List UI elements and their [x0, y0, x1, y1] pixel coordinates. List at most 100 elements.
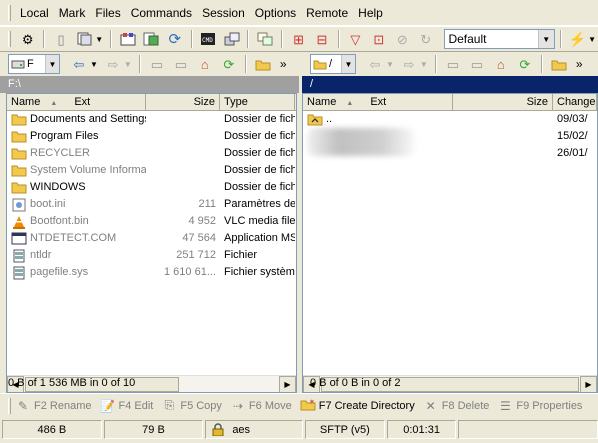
menu-mark[interactable]: Mark: [54, 4, 91, 22]
local-drive-select[interactable]: F ▼: [8, 54, 60, 74]
queue-dropdown-icon[interactable]: ▼: [95, 35, 103, 44]
local-status: 0 B of 1 536 MB in 0 of 10: [8, 377, 136, 389]
compare-directories-icon[interactable]: [117, 28, 138, 50]
remote-path-select[interactable]: / ▼: [310, 54, 356, 74]
file-name-cell: Documents and Settings: [7, 111, 146, 128]
fkey-f9-button[interactable]: ☰ F9 Properties: [497, 399, 582, 413]
more-chevron-icon[interactable]: »: [576, 57, 583, 71]
forward-arrow-icon[interactable]: ⇨: [102, 53, 124, 75]
file-size-cell: [146, 162, 220, 179]
chevron-down-icon[interactable]: ▼: [341, 55, 355, 73]
table-row[interactable]: boot.ini 211 Paramètres de configuration: [7, 196, 296, 213]
chevron-down-icon[interactable]: ▼: [537, 30, 554, 48]
forward-dropdown-icon[interactable]: ▼: [420, 60, 428, 69]
col-size-header[interactable]: Size: [146, 94, 220, 111]
fkey-f2-button[interactable]: ✎ F2 Rename: [15, 399, 92, 413]
new-folder-icon: ✶: [300, 398, 316, 414]
file-size-cell: 47 564: [182, 232, 216, 244]
open-terminal-icon[interactable]: ▯: [50, 28, 71, 50]
table-row[interactable]: Program Files Dossier de fichiers: [7, 128, 296, 145]
parent-directory-icon[interactable]: ▭: [442, 53, 464, 75]
menu-session[interactable]: Session: [197, 4, 250, 22]
back-arrow-icon[interactable]: ⇦: [364, 53, 386, 75]
col-name-header[interactable]: Name ▲ Ext: [7, 94, 146, 111]
folder-icon: [11, 113, 27, 127]
chevron-down-icon[interactable]: ▼: [45, 55, 59, 73]
refresh-icon[interactable]: ⟳: [514, 53, 536, 75]
restore-selection-icon[interactable]: ↻: [415, 28, 436, 50]
scroll-right-icon[interactable]: ▶: [279, 375, 296, 392]
table-row[interactable]: ntldr 251 712 Fichier: [7, 247, 296, 264]
synchronize-icon[interactable]: [141, 28, 162, 50]
file-size-cell: 211: [198, 198, 216, 210]
forward-dropdown-icon[interactable]: ▼: [124, 60, 132, 69]
fkey-f7-button[interactable]: ✶ F7 Create Directory: [300, 398, 415, 414]
home-icon[interactable]: ⌂: [194, 53, 216, 75]
sort-ascending-icon: ▲: [346, 100, 354, 107]
menu-files[interactable]: Files: [90, 4, 125, 22]
col-name-header[interactable]: Name ▲ Ext: [303, 94, 453, 111]
encryption-panel: aes: [205, 420, 303, 439]
back-arrow-icon[interactable]: ⇦: [68, 53, 90, 75]
transfer-profile-settings-icon[interactable]: ⚡: [567, 28, 588, 50]
root-directory-icon[interactable]: ▭: [170, 53, 192, 75]
col-type-header[interactable]: Type: [220, 94, 295, 111]
filter-icon[interactable]: ▽: [345, 28, 366, 50]
queue-icon[interactable]: [74, 28, 95, 50]
menu-local[interactable]: Local: [15, 4, 54, 22]
menu-help[interactable]: Help: [353, 4, 388, 22]
file-name-cell: RECYCLER: [7, 145, 146, 162]
local-drive-letter: F: [27, 58, 34, 70]
col-changed-header[interactable]: Changed: [553, 94, 597, 111]
profile-settings-dropdown-icon[interactable]: ▼: [588, 35, 596, 44]
select-files-icon[interactable]: ⊞: [288, 28, 309, 50]
file-type-cell: Dossier de fichiers: [224, 181, 295, 193]
table-row[interactable]: .. 09/03/: [303, 111, 597, 128]
root-directory-icon[interactable]: ▭: [466, 53, 488, 75]
refresh-icon[interactable]: ⟳: [218, 53, 240, 75]
table-row[interactable]: NTDETECT.COM 47 564 Application MS-DOS: [7, 230, 296, 247]
folder-icon: [11, 130, 27, 144]
scroll-right-icon[interactable]: ▶: [580, 375, 597, 392]
open-folder-icon[interactable]: [548, 53, 570, 75]
table-row[interactable]: WINDOWS Dossier de fichiers: [7, 179, 296, 196]
local-pane-toolbar: F ▼ ⇦ ▼ ⇨ ▼ ▭ ▭ ⌂ ⟳ »: [0, 52, 299, 76]
transfer-settings-icon[interactable]: [254, 28, 275, 50]
menu-remote[interactable]: Remote: [301, 4, 353, 22]
console-icon[interactable]: CMD: [198, 28, 219, 50]
putty-icon[interactable]: [221, 28, 242, 50]
invert-selection-icon[interactable]: ⊡: [368, 28, 389, 50]
transfer-profile-select[interactable]: Default ▼: [444, 29, 555, 49]
fkey-f6-button[interactable]: ⇢ F6 Move: [230, 399, 292, 413]
col-size-header[interactable]: Size: [453, 94, 553, 111]
refresh-sync-icon[interactable]: ⟳: [164, 28, 185, 50]
forward-arrow-icon[interactable]: ⇨: [398, 53, 420, 75]
fkey-f4-button[interactable]: 📝 F4 Edit: [99, 399, 153, 413]
local-file-list[interactable]: Name ▲ Ext Size Type Documents and Settin…: [6, 93, 297, 393]
menu-commands[interactable]: Commands: [126, 4, 197, 22]
table-row[interactable]: RECYCLER Dossier de fichiers: [7, 145, 296, 162]
table-row[interactable]: Documents and Settings Dossier de fichier…: [7, 111, 296, 128]
parent-directory-icon[interactable]: ▭: [146, 53, 168, 75]
home-icon[interactable]: ⌂: [490, 53, 512, 75]
fkey-f8-button[interactable]: ✕ F8 Delete: [423, 399, 490, 413]
file-size-cell: [453, 145, 553, 162]
local-path-bar: F:\: [0, 76, 299, 93]
file-size-cell: [146, 145, 220, 162]
remote-file-list[interactable]: Name▲ Ext Size Changed .. 09/03/15/02/26/…: [302, 93, 598, 393]
unselect-files-icon[interactable]: ⊟: [311, 28, 332, 50]
more-chevron-icon[interactable]: »: [280, 57, 287, 71]
cipher-name: aes: [232, 423, 251, 436]
table-row[interactable]: pagefile.sys 1 610 61... Fichier système: [7, 264, 296, 281]
file-size-cell: [146, 111, 220, 128]
back-dropdown-icon[interactable]: ▼: [90, 60, 98, 69]
clear-selection-icon[interactable]: ⊘: [392, 28, 413, 50]
table-row[interactable]: System Volume Informa... Dossier de fichi…: [7, 162, 296, 179]
table-row[interactable]: Bootfont.bin 4 952 VLC media file: [7, 213, 296, 230]
back-dropdown-icon[interactable]: ▼: [386, 60, 394, 69]
fkey-f5-button[interactable]: ⎘ F5 Copy: [161, 398, 222, 413]
properties-icon: ☰: [500, 398, 511, 413]
preferences-gear-icon[interactable]: ⚙: [17, 28, 38, 50]
open-folder-icon[interactable]: [252, 53, 274, 75]
menu-options[interactable]: Options: [250, 4, 301, 22]
